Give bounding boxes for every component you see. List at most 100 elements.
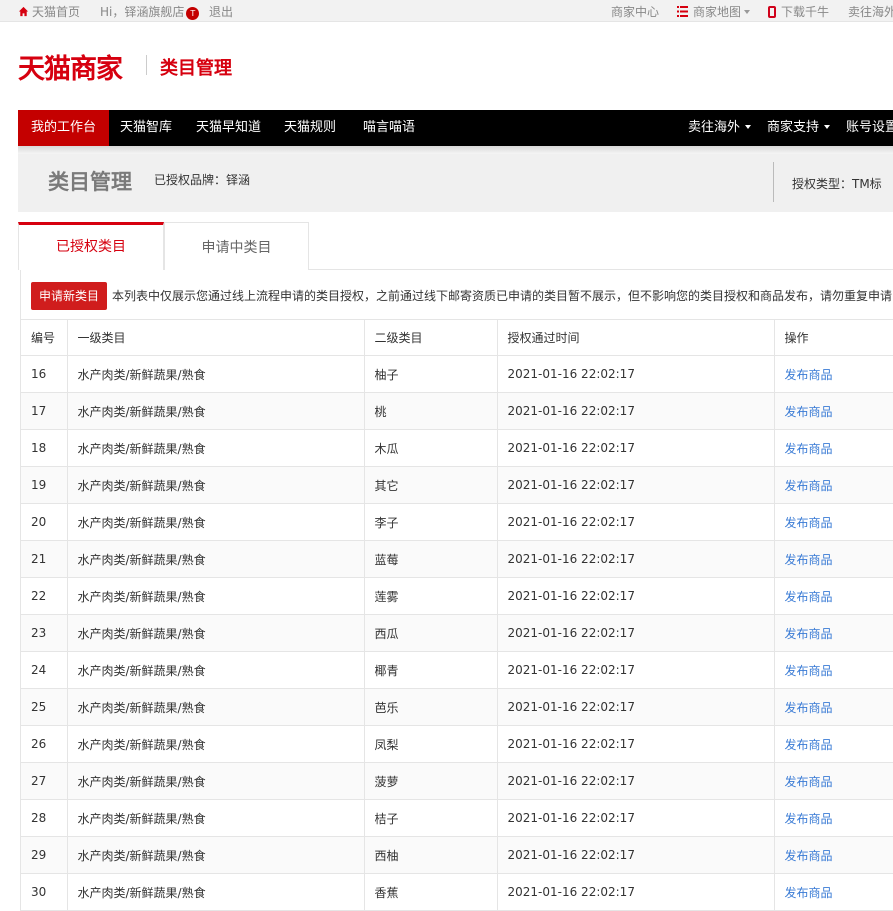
main-nav: 我的工作台 天猫智库 天猫早知道 天猫规则 喵言喵语 卖往海外 商家支持 账号设… xyxy=(18,110,893,146)
publish-product-link[interactable]: 发布商品 xyxy=(785,479,833,493)
cell-action: 发布商品 xyxy=(774,392,893,430)
cell-id: 29 xyxy=(21,836,68,874)
cell-time: 2021-01-16 22:02:17 xyxy=(497,540,775,578)
cell-time: 2021-01-16 22:02:17 xyxy=(497,614,775,652)
cell-action: 发布商品 xyxy=(774,429,893,467)
cell-id: 19 xyxy=(21,466,68,504)
table-row: 18 水产肉类/新鲜蔬果/熟食 木瓜 2021-01-16 22:02:17 发布商品 xyxy=(21,429,893,467)
publish-product-link[interactable]: 发布商品 xyxy=(785,664,833,678)
authorized-brand: 已授权品牌：铎涵 xyxy=(154,173,251,187)
sell-overseas-link[interactable]: 卖往海外 xyxy=(848,3,893,20)
home-label: 天猫首页 xyxy=(32,5,81,19)
nav-item-workbench[interactable]: 我的工作台 xyxy=(18,110,110,146)
cell-level2: 西柚 xyxy=(364,836,498,874)
cell-id: 26 xyxy=(21,725,68,763)
table-row: 21 水产肉类/新鲜蔬果/熟食 蓝莓 2021-01-16 22:02:17 发布商品 xyxy=(21,540,893,578)
cell-time: 2021-01-16 22:02:17 xyxy=(497,429,775,467)
cell-level1: 水产肉类/新鲜蔬果/熟食 xyxy=(67,466,365,504)
greeting: Hi，铎涵旗舰店 T xyxy=(100,3,200,20)
nav-account-settings[interactable]: 账号设置 xyxy=(846,110,893,146)
cell-level1: 水产肉类/新鲜蔬果/熟食 xyxy=(67,725,365,763)
publish-product-link[interactable]: 发布商品 xyxy=(785,701,833,715)
publish-product-link[interactable]: 发布商品 xyxy=(785,849,833,863)
table-row: 20 水产肉类/新鲜蔬果/熟食 李子 2021-01-16 22:02:17 发布商品 xyxy=(21,503,893,541)
nav-item-forum[interactable]: 喵言喵语 xyxy=(363,110,415,146)
apply-new-category-button[interactable]: 申请新类目 xyxy=(31,282,108,310)
publish-product-link[interactable]: 发布商品 xyxy=(785,442,833,456)
col-header-level2: 二级类目 xyxy=(364,319,498,356)
cell-time: 2021-01-16 22:02:17 xyxy=(497,503,775,541)
cell-action: 发布商品 xyxy=(774,651,893,689)
tab-applying[interactable]: 申请中类目 xyxy=(164,222,309,270)
merchant-center-link[interactable]: 商家中心 xyxy=(611,3,659,20)
cell-level1: 水产肉类/新鲜蔬果/熟食 xyxy=(67,503,365,541)
nav-sell-overseas-label: 卖往海外 xyxy=(688,120,741,135)
cell-action: 发布商品 xyxy=(774,355,893,393)
cell-action: 发布商品 xyxy=(774,540,893,578)
table-row: 30 水产肉类/新鲜蔬果/熟食 香蕉 2021-01-16 22:02:17 发布商品 xyxy=(21,873,893,911)
cell-time: 2021-01-16 22:02:17 xyxy=(497,873,775,911)
cell-level1: 水产肉类/新鲜蔬果/熟食 xyxy=(67,392,365,430)
table-header-row: 编号 一级类目 二级类目 授权通过时间 操作 xyxy=(21,319,893,356)
cell-time: 2021-01-16 22:02:17 xyxy=(497,799,775,837)
nav-item-rules[interactable]: 天猫规则 xyxy=(284,110,336,146)
cell-time: 2021-01-16 22:02:17 xyxy=(497,688,775,726)
cell-action: 发布商品 xyxy=(774,836,893,874)
cell-level2: 木瓜 xyxy=(364,429,498,467)
cell-level2: 其它 xyxy=(364,466,498,504)
cell-level2: 凤梨 xyxy=(364,725,498,763)
cell-time: 2021-01-16 22:02:17 xyxy=(497,355,775,393)
publish-product-link[interactable]: 发布商品 xyxy=(785,368,833,382)
cell-level1: 水产肉类/新鲜蔬果/熟食 xyxy=(67,873,365,911)
header: 天猫商家 类目管理 xyxy=(0,22,893,110)
cell-id: 30 xyxy=(21,873,68,911)
phone-icon xyxy=(768,6,776,18)
logout-link[interactable]: 退出 xyxy=(209,3,233,20)
table-row: 25 水产肉类/新鲜蔬果/熟食 芭乐 2021-01-16 22:02:17 发布商品 xyxy=(21,688,893,726)
list-icon xyxy=(677,6,688,17)
cell-level1: 水产肉类/新鲜蔬果/熟食 xyxy=(67,762,365,800)
cell-action: 发布商品 xyxy=(774,799,893,837)
header-divider xyxy=(146,55,147,75)
col-header-id: 编号 xyxy=(21,319,68,356)
publish-product-link[interactable]: 发布商品 xyxy=(785,553,833,567)
download-link[interactable]: 下载千牛 xyxy=(768,3,829,20)
publish-product-link[interactable]: 发布商品 xyxy=(785,590,833,604)
cell-level2: 柚子 xyxy=(364,355,498,393)
cell-id: 28 xyxy=(21,799,68,837)
table-row: 29 水产肉类/新鲜蔬果/熟食 西柚 2021-01-16 22:02:17 发布商品 xyxy=(21,836,893,874)
cell-level2: 西瓜 xyxy=(364,614,498,652)
publish-product-link[interactable]: 发布商品 xyxy=(785,516,833,530)
cell-level2: 菠萝 xyxy=(364,762,498,800)
publish-product-link[interactable]: 发布商品 xyxy=(785,775,833,789)
publish-product-link[interactable]: 发布商品 xyxy=(785,886,833,900)
publish-product-link[interactable]: 发布商品 xyxy=(785,627,833,641)
cell-action: 发布商品 xyxy=(774,466,893,504)
cell-id: 21 xyxy=(21,540,68,578)
publish-product-link[interactable]: 发布商品 xyxy=(785,812,833,826)
col-header-level1: 一级类目 xyxy=(67,319,365,356)
nav-merchant-support[interactable]: 商家支持 xyxy=(767,110,831,146)
cell-level1: 水产肉类/新鲜蔬果/熟食 xyxy=(67,429,365,467)
home-link[interactable]: 天猫首页 xyxy=(18,3,80,20)
tab-authorized[interactable]: 已授权类目 xyxy=(18,222,164,270)
publish-product-link[interactable]: 发布商品 xyxy=(785,738,833,752)
tmall-merchant-logo[interactable]: 天猫商家 xyxy=(18,47,123,86)
cell-id: 18 xyxy=(21,429,68,467)
notice-bar: 申请新类目 本列表中仅展示您通过线上流程申请的类目授权，之前通过线下邮寄资质已申请… xyxy=(31,282,892,310)
cell-level2: 香蕉 xyxy=(364,873,498,911)
merchant-map-label: 商家地图 xyxy=(693,5,742,19)
nav-item-early-know[interactable]: 天猫早知道 xyxy=(196,110,261,146)
cell-level1: 水产肉类/新鲜蔬果/熟食 xyxy=(67,577,365,615)
notice-text: 本列表中仅展示您通过线上流程申请的类目授权，之前通过线下邮寄资质已申请的类目暂不… xyxy=(112,289,893,303)
cell-action: 发布商品 xyxy=(774,873,893,911)
publish-product-link[interactable]: 发布商品 xyxy=(785,405,833,419)
cell-time: 2021-01-16 22:02:17 xyxy=(497,466,775,504)
cell-action: 发布商品 xyxy=(774,688,893,726)
merchant-map-menu[interactable]: 商家地图 xyxy=(677,3,751,20)
nav-sell-overseas[interactable]: 卖往海外 xyxy=(688,110,752,146)
nav-item-think-tank[interactable]: 天猫智库 xyxy=(120,110,172,146)
cell-level2: 芭乐 xyxy=(364,688,498,726)
cell-level2: 莲雾 xyxy=(364,577,498,615)
top-bar: 天猫首页 Hi，铎涵旗舰店 T 退出 商家中心 商家地图 下载千牛 卖往海外 xyxy=(0,0,893,22)
